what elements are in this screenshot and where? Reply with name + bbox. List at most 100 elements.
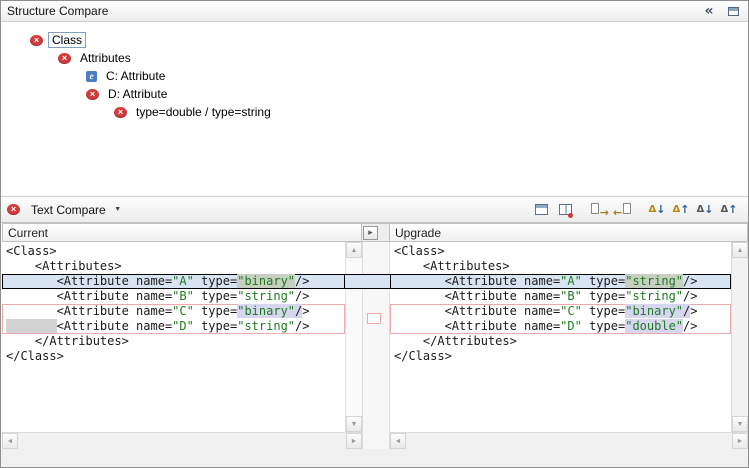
scroll-up-icon[interactable] [732,242,748,258]
tree-item[interactable]: D: Attribute [2,85,747,103]
code-line[interactable]: <Attributes> [390,259,731,274]
text-compare-header: Text Compare [1,196,748,223]
code-token: /> [295,274,309,288]
code-token: "double" [625,319,683,333]
selected-change-connector[interactable] [345,274,390,289]
code-line[interactable]: <Attribute name="B" type="string"/> [2,289,345,304]
next-difference-icon[interactable] [646,200,668,220]
code-line[interactable]: <Class> [2,244,345,259]
code-token: <Attributes> [394,259,510,273]
code-line[interactable]: </Attributes> [390,334,731,349]
code-token: "C" [560,304,582,318]
code-token: <Attribute name= [394,304,560,318]
chevron-down-icon[interactable] [112,204,124,216]
code-token: </Class> [6,349,64,363]
left-horizontal-scrollbar[interactable] [2,432,362,449]
code-token: <Attribute name= [6,274,172,288]
code-line[interactable]: <Attribute name="A" type="binary"/> [2,274,345,289]
scroll-left-icon[interactable] [2,433,18,449]
gutter-header [361,223,390,242]
scroll-right-icon[interactable] [732,433,748,449]
code-token: "binary" [237,274,295,288]
copy-right-to-left-icon[interactable] [612,200,634,220]
change-icon [58,53,71,64]
code-token: /> [295,319,309,333]
scroll-down-icon[interactable] [732,416,748,432]
code-token: <Attribute name= [6,304,172,318]
code-token: /> [295,289,309,303]
structure-compare-header: Structure Compare [1,1,748,22]
code-token: > [302,304,309,318]
code-token: type= [582,319,625,333]
scroll-left-icon[interactable] [390,433,406,449]
code-token [6,319,57,333]
structure-compare-toolbar [700,3,742,19]
code-token: type= [582,289,625,303]
code-token: type= [194,289,237,303]
code-token: "string" [625,289,683,303]
code-token: type= [582,274,625,288]
code-line[interactable]: </Attributes> [2,334,345,349]
right-horizontal-scrollbar[interactable] [390,432,748,449]
code-line[interactable]: <Attributes> [2,259,345,274]
code-token: /> [683,274,697,288]
code-token: type= [582,304,625,318]
tree-item[interactable]: C: Attribute [2,67,747,85]
right-vertical-scrollbar[interactable] [731,242,748,432]
change-icon [86,89,99,100]
swap-panes-icon[interactable] [554,200,576,220]
code-line[interactable]: <Attribute name="C" type="binary"/> [390,304,731,319]
ancestor-pane-icon[interactable] [530,200,552,220]
code-token: <Attribute name= [394,274,560,288]
code-line[interactable]: <Attribute name="B" type="string"/> [390,289,731,304]
scroll-down-icon[interactable] [346,416,362,432]
code-token: "B" [560,289,582,303]
code-token: type= [194,319,237,333]
bottom-strip [1,449,748,467]
pane-icon[interactable] [724,3,742,19]
code-token: /> [683,319,697,333]
right-pane-header: Upgrade [389,223,748,242]
right-pane-title: Upgrade [395,226,441,240]
code-line[interactable]: <Attribute name="D" type="double"/> [390,319,731,334]
right-editor[interactable]: <Class> <Attributes> <Attribute name="A"… [390,242,731,432]
tree-item-label: Attributes [76,50,135,66]
code-line[interactable]: <Attribute name="C" type="binary"/> [2,304,345,319]
code-token: </Class> [394,349,452,363]
tree-item-label: D: Attribute [104,86,171,102]
code-token: </Attributes> [394,334,517,348]
code-token: "binary" [625,304,683,318]
change-connector[interactable] [367,313,381,324]
scroll-up-icon[interactable] [346,242,362,258]
tree-item[interactable]: Class [2,31,747,49]
code-token: "D" [172,319,194,333]
code-token: "binary" [237,304,295,318]
code-line[interactable]: </Class> [2,349,345,364]
text-compare-toolbar [530,200,742,220]
previous-change-icon[interactable] [718,200,740,220]
collapse-all-icon[interactable] [700,3,718,19]
tree-item[interactable]: type=double / type=string [2,103,747,121]
code-token: "B" [172,289,194,303]
left-pane-title: Current [8,226,48,240]
code-token: <Attribute name= [394,289,560,303]
code-token: "A" [172,274,194,288]
code-line[interactable]: </Class> [390,349,731,364]
attribute-icon [86,71,97,82]
copy-left-to-right-icon[interactable] [588,200,610,220]
next-change-icon[interactable] [694,200,716,220]
left-editor[interactable]: <Class> <Attributes> <Attribute name="A"… [2,242,345,432]
code-token: "string" [237,319,295,333]
left-vertical-scrollbar[interactable] [345,242,362,432]
change-icon [114,107,127,118]
change-direction-icon[interactable] [363,226,378,240]
scroll-right-icon[interactable] [346,433,362,449]
code-token: "string" [625,274,683,288]
code-token: "A" [560,274,582,288]
code-line[interactable]: <Attribute name="A" type="string"/> [390,274,731,289]
code-line[interactable]: <Class> [390,244,731,259]
tree-item-label: Class [48,32,86,48]
previous-difference-icon[interactable] [670,200,692,220]
tree-item[interactable]: Attributes [2,49,747,67]
code-line[interactable]: <Attribute name="D" type="string"/> [2,319,345,334]
